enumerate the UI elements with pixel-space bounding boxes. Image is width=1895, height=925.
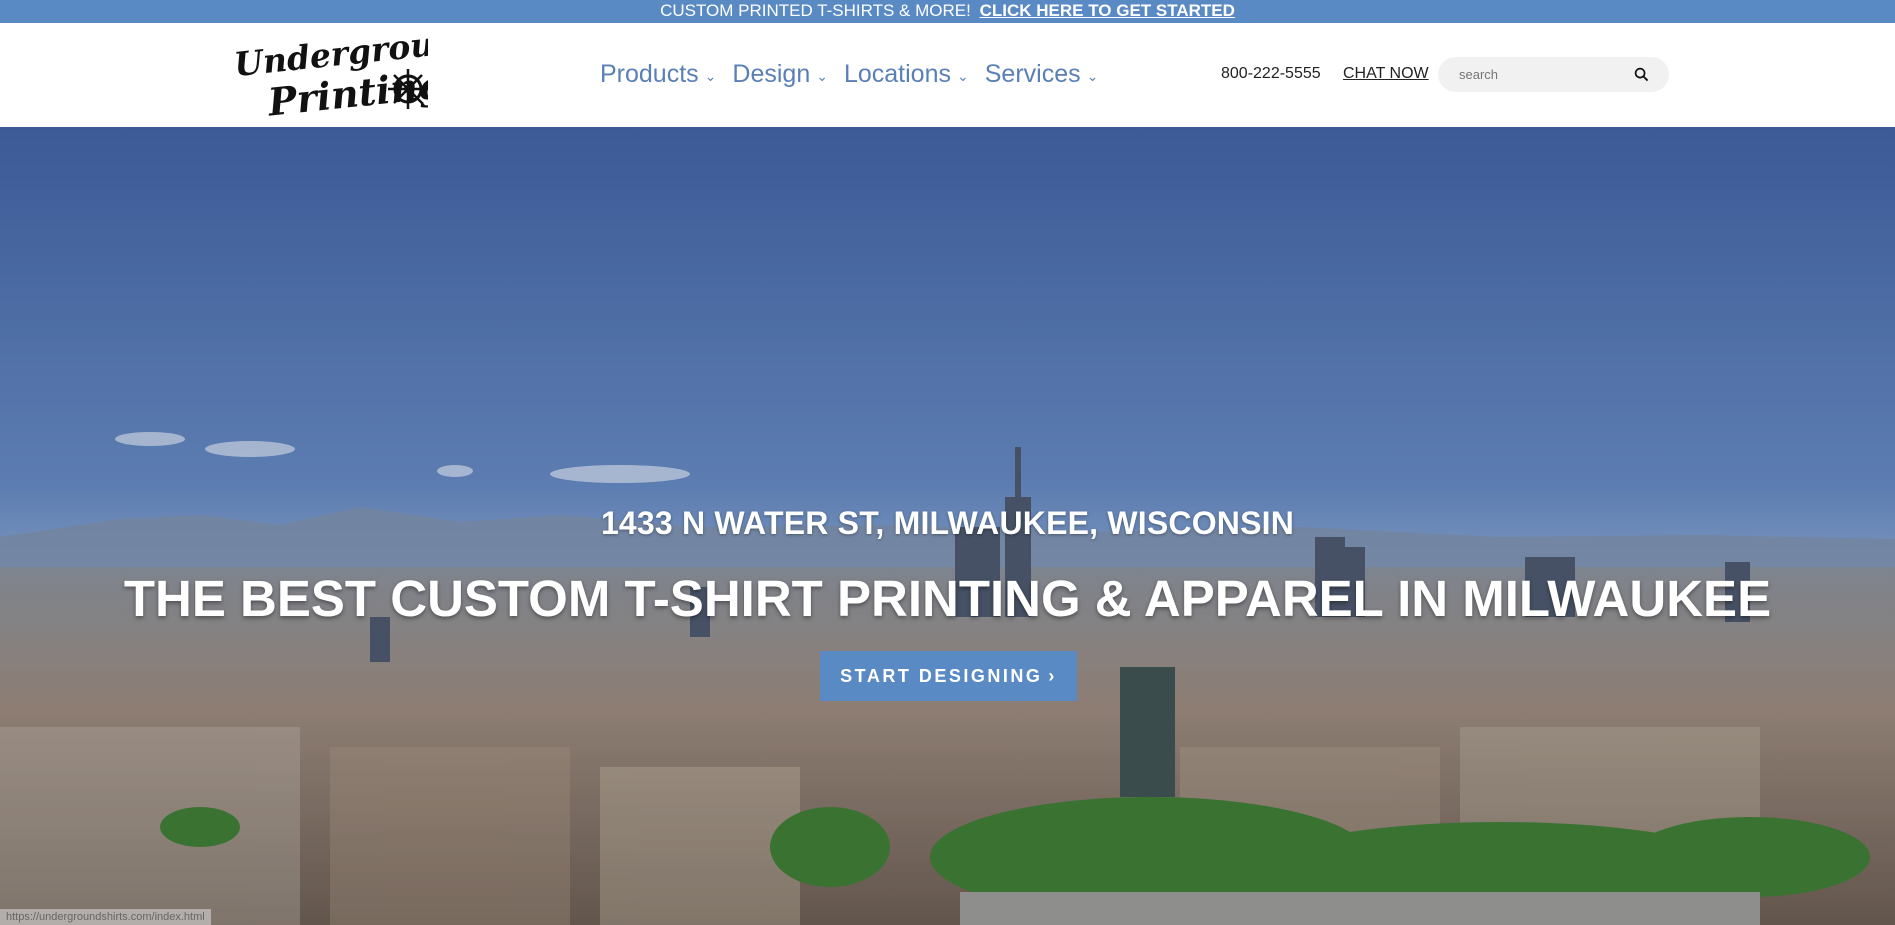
phone-number[interactable]: 800-222-5555 (1221, 65, 1321, 83)
site-header: Underground Printing Products ⌄ Design ⌄ (0, 19, 1895, 127)
nav-products[interactable]: Products ⌄ (600, 60, 716, 89)
nav-label: Design (732, 60, 811, 88)
logo[interactable]: Underground Printing (232, 19, 482, 125)
chevron-down-icon: ⌄ (957, 68, 969, 84)
promo-bar: CUSTOM PRINTED T-SHIRTS & MORE! CLICK HE… (0, 0, 1895, 23)
cta-label: START DESIGNING (840, 665, 1043, 686)
start-designing-button[interactable]: START DESIGNING › (820, 651, 1077, 701)
chevron-down-icon: ⌄ (816, 68, 828, 84)
chat-now-link[interactable]: CHAT NOW (1343, 65, 1429, 83)
status-bar-url: https://undergroundshirts.com/index.html (0, 909, 211, 925)
store-address: 1433 N WATER ST, MILWAUKEE, WISCONSIN (600, 505, 1295, 541)
main-nav: Products ⌄ Design ⌄ Locations ⌄ Services… (600, 60, 1098, 89)
search-icon[interactable] (1634, 67, 1649, 82)
nav-label: Locations (843, 60, 951, 88)
chevron-down-icon: ⌄ (1086, 68, 1099, 84)
nav-locations[interactable]: Locations ⌄ (844, 60, 969, 89)
nav-label: Products (600, 60, 699, 88)
search-input[interactable] (1438, 66, 1631, 83)
splat-icon (388, 69, 428, 109)
promo-text: CUSTOM PRINTED T-SHIRTS & MORE! (660, 1, 971, 20)
nav-design[interactable]: Design ⌄ (732, 60, 828, 89)
chevron-right-icon: › (1048, 665, 1057, 686)
chevron-down-icon: ⌄ (704, 68, 717, 84)
nav-services[interactable]: Services ⌄ (985, 60, 1099, 89)
get-started-link[interactable]: CLICK HERE TO GET STARTED (980, 1, 1235, 20)
hero-headline: THE BEST CUSTOM T-SHIRT PRINTING & APPAR… (123, 570, 1772, 627)
search-box (1438, 57, 1669, 92)
nav-label: Services (984, 60, 1081, 88)
hero-section: 1433 N WATER ST, MILWAUKEE, WISCONSIN TH… (0, 127, 1895, 925)
logo-graphic: Underground Printing (232, 19, 482, 124)
